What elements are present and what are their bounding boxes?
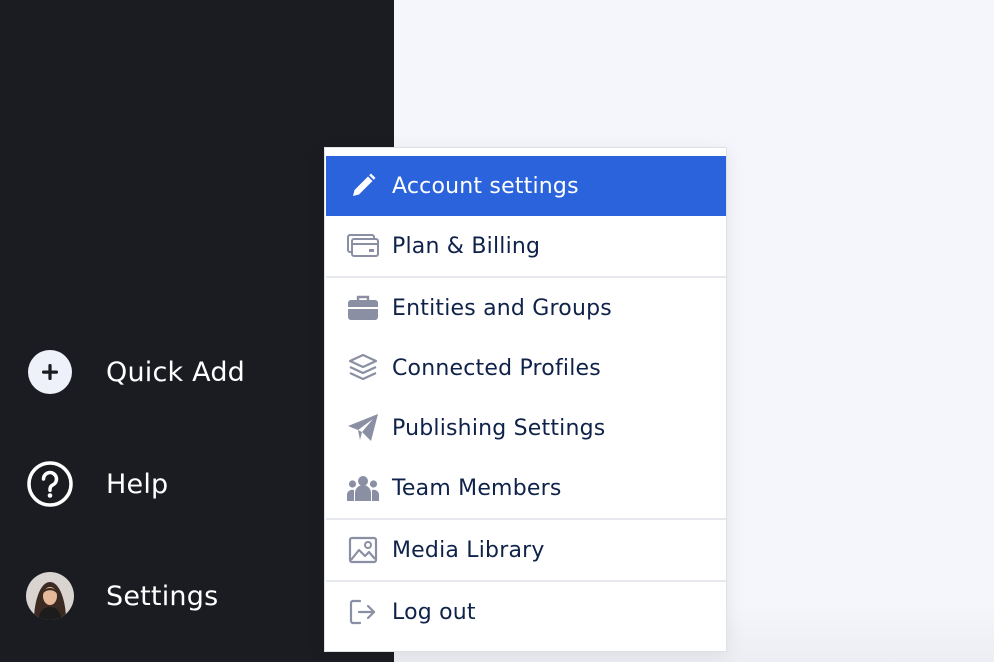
- menu-item-media-library[interactable]: Media Library: [326, 520, 726, 580]
- menu-item-label: Media Library: [392, 537, 545, 563]
- menu-item-label: Publishing Settings: [392, 415, 606, 441]
- menu-item-label: Log out: [392, 599, 476, 625]
- image-icon: [346, 533, 380, 567]
- layers-icon: [346, 351, 380, 385]
- credit-card-icon: [346, 229, 380, 263]
- menu-item-label: Connected Profiles: [392, 355, 601, 381]
- users-icon: [346, 471, 380, 505]
- menu-item-label: Entities and Groups: [392, 295, 612, 321]
- settings-menu: Account settings Plan & Billing Entities…: [324, 147, 727, 652]
- sidebar-item-help[interactable]: Help: [26, 460, 168, 508]
- sidebar-item-label: Settings: [106, 580, 219, 612]
- question-circle-icon: [26, 460, 74, 508]
- sidebar-item-settings[interactable]: Settings: [26, 572, 218, 620]
- menu-item-publishing-settings[interactable]: Publishing Settings: [326, 398, 726, 458]
- menu-item-label: Team Members: [392, 475, 562, 501]
- menu-item-log-out[interactable]: Log out: [326, 582, 726, 642]
- paper-plane-icon: [346, 411, 380, 445]
- menu-item-entities-groups[interactable]: Entities and Groups: [326, 278, 726, 338]
- menu-item-connected-profiles[interactable]: Connected Profiles: [326, 338, 726, 398]
- logout-icon: [346, 595, 380, 629]
- menu-item-label: Account settings: [392, 173, 579, 199]
- sidebar-item-label: Help: [106, 468, 169, 500]
- menu-item-account-settings[interactable]: Account settings: [326, 156, 726, 216]
- sidebar-item-quick-add[interactable]: Quick Add: [26, 348, 245, 396]
- menu-item-label: Plan & Billing: [392, 233, 541, 259]
- briefcase-icon: [346, 291, 380, 325]
- sidebar-item-label: Quick Add: [106, 356, 246, 388]
- menu-item-team-members[interactable]: Team Members: [326, 458, 726, 518]
- menu-item-plan-billing[interactable]: Plan & Billing: [326, 216, 726, 276]
- plus-circle-icon: [26, 348, 74, 396]
- pencil-icon: [346, 169, 380, 203]
- avatar: [26, 572, 74, 620]
